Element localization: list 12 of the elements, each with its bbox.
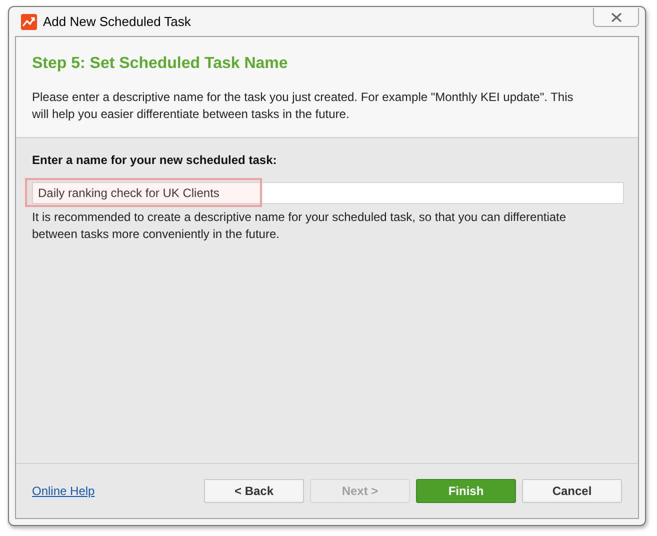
dialog-button[interactable]: < Back [204,479,304,503]
task-name-field[interactable]: Daily ranking check for UK Clients [32,182,624,204]
window-title: Add New Scheduled Task [43,12,191,31]
chart-logo-icon [21,14,37,30]
step-description: Please enter a descriptive name for the task you just created. For example "Monthly KEI update". This will help you easier differentiate between tasks in the future. [32,89,574,123]
close-icon [610,12,622,22]
field-label: Enter a name for your new scheduled task: [32,152,278,169]
step-title: Step 5: Set Scheduled Task Name [32,54,289,74]
dialog-button[interactable]: Cancel [522,479,622,503]
close-button[interactable] [593,8,639,27]
online-help-link[interactable]: Online Help [32,482,95,500]
field-hint: It is recommended to create a descriptive name for your scheduled task, so that you can differentiate between tasks more conveniently in the future. [32,209,568,243]
